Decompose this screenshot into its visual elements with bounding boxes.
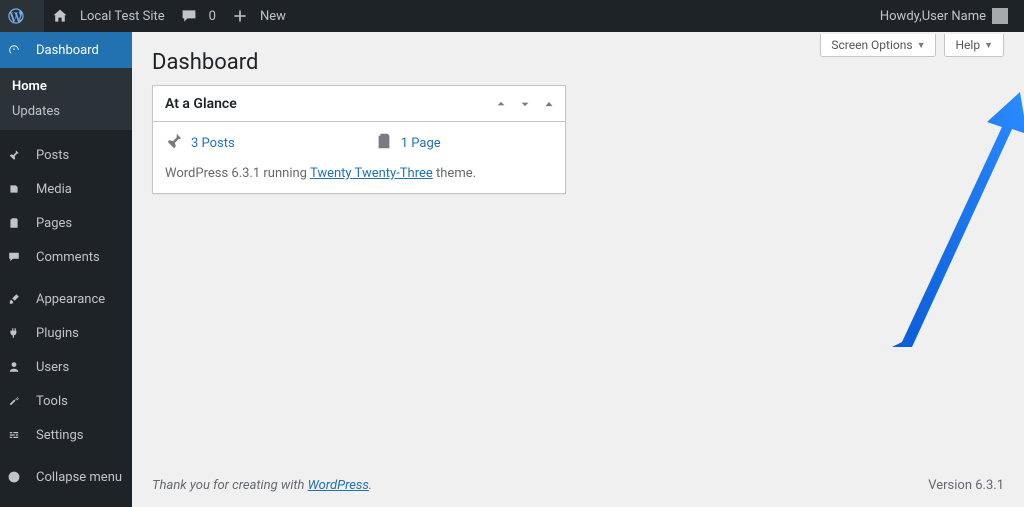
admin-bar: Local Test Site 0 New Howdy, User Name (0, 0, 1024, 32)
sidebar-item-tools[interactable]: Tools (0, 384, 132, 418)
sidebar-item-label: Collapse menu (36, 470, 122, 485)
screen-meta-links: Screen Options ▼ Help ▼ (820, 34, 1004, 57)
user-icon (8, 358, 28, 376)
move-up-button[interactable] (489, 92, 513, 116)
collapse-icon (8, 468, 28, 486)
home-icon (52, 8, 74, 24)
posts-count-link[interactable]: 3 Posts (191, 136, 235, 151)
caret-up-icon (542, 97, 556, 111)
sidebar-item-label: Settings (36, 428, 83, 443)
howdy-prefix: Howdy, (880, 9, 922, 24)
pages-icon (375, 132, 393, 154)
admin-sidebar: Dashboard Home Updates Posts Media Pages (0, 32, 132, 507)
wp-running-prefix: WordPress 6.3.1 running (165, 166, 310, 181)
sidebar-item-comments[interactable]: Comments (0, 240, 132, 274)
collapse-menu-button[interactable]: Collapse menu (0, 460, 132, 494)
help-label: Help (955, 38, 980, 52)
pin-icon (165, 132, 183, 154)
sidebar-item-label: Appearance (36, 292, 105, 307)
user-name: User Name (922, 9, 986, 24)
widget-actions (489, 92, 561, 116)
caret-down-icon: ▼ (984, 40, 993, 51)
sidebar-item-settings[interactable]: Settings (0, 418, 132, 452)
comment-icon (181, 8, 203, 24)
pin-icon (8, 146, 28, 164)
sidebar-item-label: Tools (36, 394, 68, 409)
wp-version-text: WordPress 6.3.1 running Twenty Twenty-Th… (165, 166, 553, 181)
media-icon (8, 180, 28, 198)
sidebar-item-label: Pages (36, 216, 72, 231)
account-link[interactable]: Howdy, User Name (872, 0, 1016, 32)
chevron-up-icon (494, 97, 508, 111)
sliders-icon (8, 426, 28, 444)
sidebar-item-label: Posts (36, 148, 69, 163)
comments-count: 0 (209, 9, 216, 24)
wordpress-link[interactable]: WordPress (308, 478, 369, 493)
brush-icon (8, 290, 28, 308)
sidebar-item-media[interactable]: Media (0, 172, 132, 206)
admin-bar-left: Local Test Site 0 New (0, 0, 294, 32)
submenu-updates[interactable]: Updates (0, 99, 132, 124)
widget-body: 3 Posts 1 Page WordPress 6.3.1 running T… (153, 122, 565, 193)
sidebar-item-label: Users (36, 360, 69, 375)
screen-options-label: Screen Options (831, 38, 912, 52)
sidebar-item-label: Plugins (36, 326, 79, 341)
admin-bar-right: Howdy, User Name (872, 0, 1016, 32)
footer-thanks: Thank you for creating with WordPress. (152, 478, 372, 493)
pages-icon (8, 214, 28, 232)
sidebar-item-label: Dashboard (36, 43, 99, 58)
wordpress-icon (8, 8, 30, 24)
widget-title: At a Glance (165, 96, 237, 112)
dashboard-icon (8, 41, 28, 59)
site-name-label: Local Test Site (80, 9, 165, 24)
sidebar-item-label: Comments (36, 250, 100, 265)
glance-stats: 3 Posts 1 Page (165, 132, 553, 154)
pages-count-link[interactable]: 1 Page (401, 136, 441, 151)
plus-icon (232, 8, 254, 24)
glance-pages: 1 Page (375, 132, 441, 154)
glance-posts: 3 Posts (165, 132, 235, 154)
chevron-down-icon (518, 97, 532, 111)
new-label: New (260, 9, 286, 24)
sidebar-item-users[interactable]: Users (0, 350, 132, 384)
annotation-arrow (872, 92, 1024, 352)
new-content-link[interactable]: New (224, 0, 294, 32)
avatar (992, 8, 1008, 24)
sidebar-item-pages[interactable]: Pages (0, 206, 132, 240)
help-button[interactable]: Help ▼ (944, 34, 1004, 57)
wp-logo-menu[interactable] (0, 0, 44, 32)
theme-suffix: theme. (433, 166, 476, 181)
sidebar-item-dashboard[interactable]: Dashboard (0, 32, 132, 68)
widget-header: At a Glance (153, 86, 565, 122)
toggle-widget-button[interactable] (537, 92, 561, 116)
sidebar-item-appearance[interactable]: Appearance (0, 282, 132, 316)
comment-icon (8, 248, 28, 266)
site-name-link[interactable]: Local Test Site (44, 0, 173, 32)
submenu-home[interactable]: Home (0, 74, 132, 99)
dashboard-submenu: Home Updates (0, 68, 132, 130)
move-down-button[interactable] (513, 92, 537, 116)
thanks-prefix: Thank you for creating with (152, 478, 308, 493)
caret-down-icon: ▼ (917, 40, 926, 51)
sidebar-item-posts[interactable]: Posts (0, 138, 132, 172)
at-a-glance-widget: At a Glance (152, 85, 566, 194)
content-area: Screen Options ▼ Help ▼ Dashboard At a G… (132, 32, 1024, 507)
theme-link[interactable]: Twenty Twenty-Three (310, 166, 433, 181)
footer-version: Version 6.3.1 (928, 478, 1004, 493)
sidebar-item-plugins[interactable]: Plugins (0, 316, 132, 350)
wrench-icon (8, 392, 28, 410)
admin-footer: Thank you for creating with WordPress. V… (132, 464, 1024, 507)
sidebar-item-label: Media (36, 182, 72, 197)
plug-icon (8, 324, 28, 342)
screen-options-button[interactable]: Screen Options ▼ (820, 34, 936, 57)
comments-link[interactable]: 0 (173, 0, 224, 32)
